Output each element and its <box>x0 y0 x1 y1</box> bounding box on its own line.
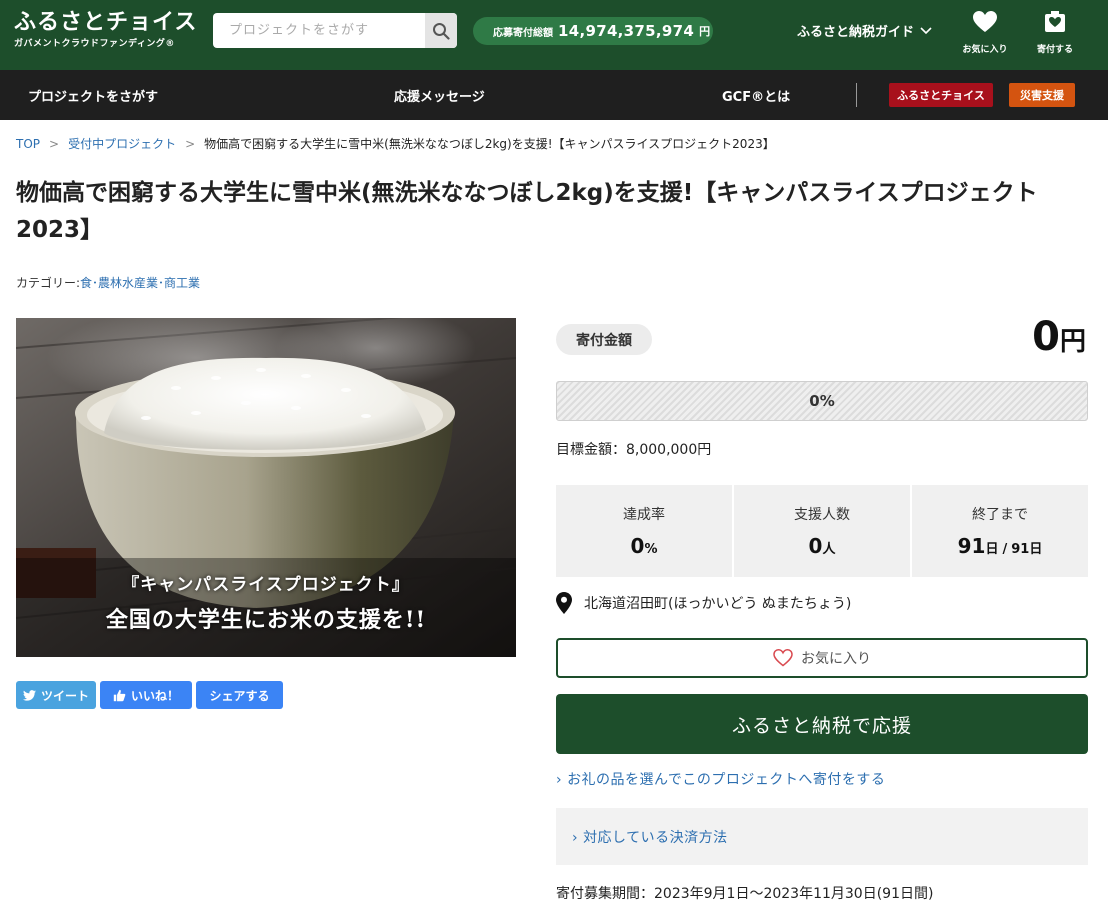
stat-value: 91日/91日 <box>912 534 1088 558</box>
stat-label: 達成率 <box>623 507 665 523</box>
donation-amount-unit: 円 <box>1059 327 1086 357</box>
furusato-choice-badge[interactable]: ふるさとチョイス <box>889 83 993 107</box>
total-donation-badge: 応募寄付総額 14,974,375,974 円 <box>473 17 713 45</box>
map-pin-icon <box>556 592 572 614</box>
nav-divider <box>856 83 857 107</box>
nav-item-search-projects[interactable]: プロジェクトをさがす <box>28 86 158 105</box>
breadcrumb-top[interactable]: TOP <box>16 137 40 151</box>
stat-label: 支援人数 <box>794 507 850 523</box>
favorites-button[interactable]: お気に入り <box>955 10 1015 55</box>
stat-total-unit: 日 <box>1029 542 1043 557</box>
breadcrumb-separator: > <box>185 136 196 151</box>
logo-main-text: ふるさとチョイス <box>14 9 198 35</box>
guide-label: ふるさと納税ガイド <box>797 25 915 40</box>
image-caption-message: 全国の大学生にお米の支援を!! <box>105 607 427 633</box>
stats-grid: 達成率 0% 支援人数 0人 終了まで 91日/91日 <box>556 485 1088 577</box>
thumbs-up-icon <box>113 689 126 701</box>
chevron-right-icon: › <box>572 829 579 846</box>
search-button[interactable] <box>425 13 457 48</box>
location: 北海道沼田町(ほっかいどう ぬまたちょう) <box>556 592 851 614</box>
stat-achievement-rate: 達成率 0% <box>556 485 732 577</box>
stat-days-left: 終了まで 91日/91日 <box>912 485 1088 577</box>
like-button[interactable]: いいね！ <box>100 681 192 709</box>
stat-unit: % <box>644 542 658 557</box>
gift-link-label: お礼の品を選んでこのプロジェクトへ寄付をする <box>567 772 886 788</box>
stat-number: 0 <box>808 534 823 558</box>
total-donation-label: 応募寄付総額 <box>493 27 553 39</box>
heart-outline-icon <box>773 649 793 667</box>
category: カテゴリー:食･農林水産業･商工業 <box>16 274 200 291</box>
donate-button[interactable]: 寄付する <box>1025 10 1085 55</box>
donate-box-icon <box>1045 11 1065 32</box>
favorites-label: お気に入り <box>962 45 1008 55</box>
stat-number: 0 <box>630 534 645 558</box>
total-donation-amount: 14,974,375,974 <box>558 22 695 40</box>
favorite-button-label: お気に入り <box>801 651 871 667</box>
donation-amount-label: 寄付金額 <box>556 324 652 355</box>
furusato-support-button[interactable]: ふるさと納税で応援 <box>556 694 1088 754</box>
stat-supporters: 支援人数 0人 <box>734 485 910 577</box>
page-title: 物価高で困窮する大学生に雪中米(無洗米ななつぼし2kg)を支援!【キャンパスライ… <box>16 180 1038 243</box>
chevron-right-icon: › <box>556 772 563 788</box>
main-nav: プロジェクトをさがす 応援メッセージ GCF®とは ふるさとチョイス 災害支援 <box>0 70 1108 120</box>
location-text: 北海道沼田町(ほっかいどう ぬまたちょう) <box>584 596 852 612</box>
breadcrumb-current: 物価高で困窮する大学生に雪中米(無洗米ななつぼし2kg)を支援!【キャンパスライ… <box>204 137 775 151</box>
furusato-guide-link[interactable]: ふるさと納税ガイド <box>797 21 932 40</box>
site-header: ふるさとチョイス ガバメントクラウドファンディング® 応募寄付総額 14,974… <box>0 0 1108 70</box>
stat-label: 終了まで <box>972 507 1028 523</box>
search-box <box>213 13 457 48</box>
stat-slash: / <box>1002 542 1008 557</box>
search-icon <box>433 22 450 40</box>
goal-amount: 目標金額：8,000,000円 <box>556 442 712 458</box>
heart-icon <box>973 11 997 32</box>
chevron-down-icon <box>920 26 932 34</box>
nav-item-messages[interactable]: 応援メッセージ <box>394 86 485 105</box>
total-donation-unit: 円 <box>699 25 711 38</box>
favorite-button[interactable]: お気に入り <box>556 638 1088 678</box>
site-logo[interactable]: ふるさとチョイス ガバメントクラウドファンディング® <box>14 9 197 49</box>
gift-select-link[interactable]: › お礼の品を選んでこのプロジェクトへ寄付をする <box>556 769 885 789</box>
category-link[interactable]: 食･農林水産業･商工業 <box>80 276 200 290</box>
progress-text: 0% <box>809 392 835 410</box>
twitter-bird-icon <box>22 689 36 701</box>
donate-label: 寄付する <box>1036 45 1073 55</box>
payment-methods-box: › 対応している決済方法 <box>556 808 1088 865</box>
tweet-label: ツイート <box>40 688 89 703</box>
stat-number: 91 <box>957 534 986 558</box>
stat-unit: 人 <box>822 542 836 557</box>
disaster-support-badge[interactable]: 災害支援 <box>1009 83 1075 107</box>
logo-sub-text: ガバメントクラウドファンディング® <box>14 39 175 49</box>
category-label: カテゴリー: <box>16 276 81 290</box>
stat-total: 91 <box>1011 542 1030 557</box>
like-label: いいね！ <box>130 688 179 703</box>
donation-amount-value: 0 <box>1032 314 1060 360</box>
image-caption-project: 『キャンパスライスプロジェクト』 <box>122 575 410 595</box>
payment-methods-link[interactable]: › 対応している決済方法 <box>572 827 728 847</box>
search-input[interactable] <box>213 13 425 48</box>
breadcrumb-separator: > <box>49 136 60 151</box>
stat-value: 0人 <box>734 534 910 558</box>
donation-period: 寄付募集期間：2023年9月1日〜2023年11月30日(91日間) <box>556 886 934 902</box>
breadcrumb: TOP > 受付中プロジェクト > 物価高で困窮する大学生に雪中米(無洗米ななつ… <box>16 135 775 152</box>
payment-link-label: 対応している決済方法 <box>583 829 728 846</box>
stat-unit: 日 <box>985 542 999 557</box>
project-main-image: 『キャンパスライスプロジェクト』 全国の大学生にお米の支援を!! <box>16 318 516 657</box>
stat-value: 0% <box>556 534 732 558</box>
nav-item-about-gcf[interactable]: GCF®とは <box>722 86 790 105</box>
progress-bar: 0% <box>556 381 1088 421</box>
tweet-button[interactable]: ツイート <box>16 681 96 709</box>
donation-amount: 0円 <box>1032 314 1086 360</box>
breadcrumb-projects[interactable]: 受付中プロジェクト <box>68 135 176 152</box>
share-button[interactable]: シェアする <box>196 681 283 709</box>
